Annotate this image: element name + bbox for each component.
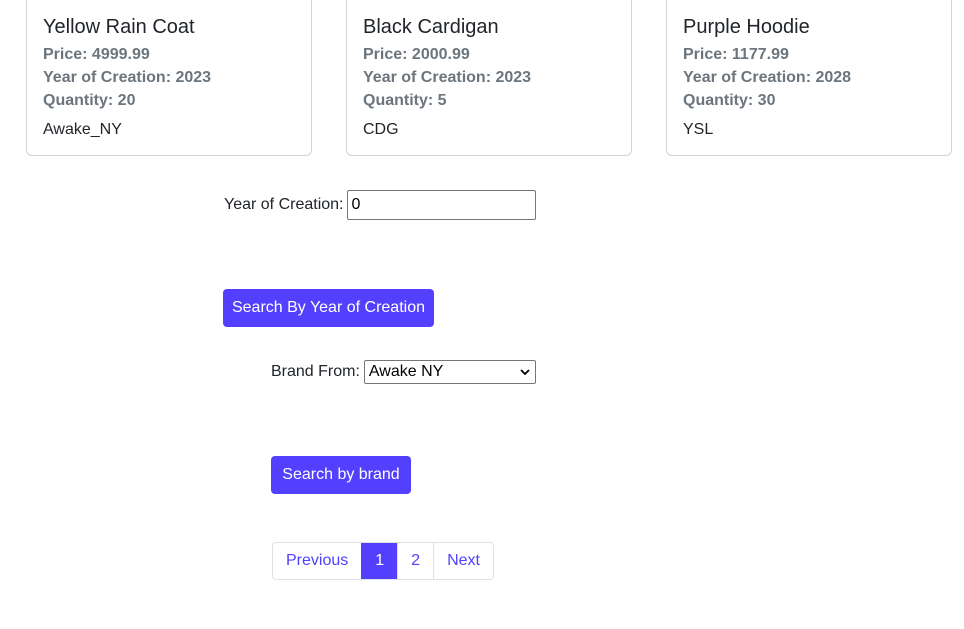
year-of-creation-input[interactable] bbox=[347, 190, 537, 220]
brand-select[interactable]: Awake NY bbox=[363, 360, 536, 384]
pagination: Previous 1 2 Next bbox=[272, 542, 494, 580]
product-name: Purple Hoodie bbox=[683, 16, 810, 38]
year-of-creation-label: Year of Creation: bbox=[224, 196, 344, 213]
product-price: Price: 4999.99 bbox=[43, 46, 150, 63]
product-year: Year of Creation: 2023 bbox=[43, 69, 212, 86]
pagination-page-1[interactable]: 1 bbox=[361, 543, 398, 579]
page: Yellow Rain Coat Price: 4999.99 Year of … bbox=[0, 0, 964, 629]
product-year: Year of Creation: 2028 bbox=[683, 69, 852, 86]
product-quantity: Quantity: 5 bbox=[363, 92, 447, 109]
product-brand: Awake_NY bbox=[43, 121, 122, 138]
brand-select-value: Awake NY bbox=[368, 363, 444, 380]
product-brand: YSL bbox=[683, 121, 714, 138]
search-by-brand-button[interactable]: Search by brand bbox=[271, 456, 411, 494]
product-brand: CDG bbox=[363, 121, 399, 138]
product-price: Price: 2000.99 bbox=[363, 46, 470, 63]
brand-from-label: Brand From: bbox=[271, 363, 360, 380]
product-card: Black Cardigan Price: 2000.99 Year of Cr… bbox=[346, 0, 632, 156]
chevron-down-icon bbox=[520, 369, 530, 376]
product-year: Year of Creation: 2023 bbox=[363, 69, 532, 86]
product-name: Black Cardigan bbox=[363, 16, 499, 38]
search-by-year-button[interactable]: Search By Year of Creation bbox=[223, 289, 434, 327]
product-quantity: Quantity: 20 bbox=[43, 92, 136, 109]
pagination-previous[interactable]: Previous bbox=[273, 543, 362, 579]
year-search-row: Year of Creation: bbox=[224, 190, 537, 220]
product-card: Purple Hoodie Price: 1177.99 Year of Cre… bbox=[666, 0, 952, 156]
product-quantity: Quantity: 30 bbox=[683, 92, 776, 109]
brand-search-row: Brand From: Awake NY bbox=[271, 360, 536, 384]
product-card: Yellow Rain Coat Price: 4999.99 Year of … bbox=[26, 0, 312, 156]
product-price: Price: 1177.99 bbox=[683, 46, 789, 63]
pagination-next[interactable]: Next bbox=[433, 543, 493, 579]
product-name: Yellow Rain Coat bbox=[43, 16, 195, 38]
pagination-page-2[interactable]: 2 bbox=[397, 543, 434, 579]
